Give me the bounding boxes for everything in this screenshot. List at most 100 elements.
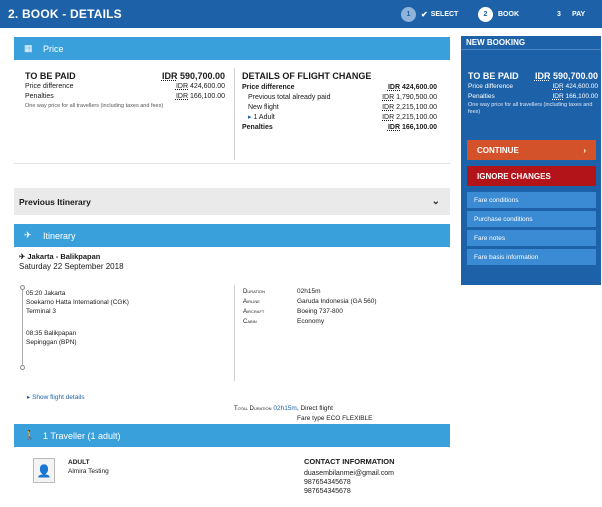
- continue-label: CONTINUE: [477, 145, 519, 155]
- fare-type: Fare type ECO FLEXIBLE: [297, 415, 373, 422]
- previous-itinerary-title: Previous Itinerary: [19, 196, 91, 207]
- timeline: [22, 287, 23, 367]
- details-title: DETAILS OF FLIGHT CHANGE: [242, 71, 372, 81]
- price-note: One way price for all travellers (includ…: [468, 102, 593, 115]
- penalties-value: 166,100.00: [565, 93, 598, 100]
- traveller-type: ADULT: [68, 459, 90, 466]
- step-label: PAY: [572, 10, 586, 18]
- divider: [234, 285, 235, 381]
- currency: IDR: [387, 84, 400, 91]
- flight-change-details: DETAILS OF FLIGHT CHANGE Price differenc…: [242, 70, 437, 133]
- arrival-info: 08:35 Balikpapan Sepinggan (BPN): [26, 329, 77, 347]
- show-details-label[interactable]: Show flight details: [32, 394, 84, 401]
- previous-itinerary-toggle[interactable]: Previous Itinerary ⌄: [14, 188, 450, 215]
- details-penalties-label: Penalties: [242, 124, 273, 131]
- adult-value: 2,215,100.00: [396, 114, 437, 121]
- penalties-label: Penalties: [468, 93, 495, 100]
- price-difference-label: Price difference: [468, 83, 514, 90]
- itinerary-body: ✈ Jakarta - Balikpapan Saturday 22 Septe…: [14, 247, 450, 422]
- departure-info: 05:20 Jakarta Soekarno Hatta Internation…: [26, 289, 129, 316]
- to-be-paid-summary: TO BE PAID IDR 590,700.00 Price differen…: [25, 70, 225, 111]
- flight-date: Saturday 22 September 2018: [19, 262, 124, 271]
- currency: IDR: [175, 83, 188, 90]
- avatar-icon: 👤: [33, 458, 55, 483]
- departure-airport: Soekarno Hatta International (CGK): [26, 299, 129, 306]
- ignore-label: IGNORE CHANGES: [477, 171, 551, 181]
- currency: IDR: [552, 93, 564, 100]
- airline-value: Garuda Indonesia (GA 560): [297, 298, 377, 305]
- expand-icon[interactable]: ▸: [248, 114, 252, 121]
- aircraft-value: Boeing 737-800: [297, 308, 343, 315]
- purchase-conditions-link[interactable]: Purchase conditions: [467, 211, 596, 227]
- check-icon: ✔: [421, 9, 428, 19]
- step-label: BOOK: [498, 10, 519, 18]
- price-icon: ▦: [24, 43, 33, 53]
- main-content: ▦ Price TO BE PAID IDR 590,700.00 Price …: [14, 37, 450, 495]
- fare-conditions-link[interactable]: Fare conditions: [467, 192, 596, 208]
- airline-label: Airline: [243, 299, 260, 305]
- step-number: 2: [478, 6, 493, 22]
- section-title: Itinerary: [43, 230, 76, 241]
- details-price-difference-label: Price difference: [242, 84, 295, 91]
- itinerary-section: ✈ Itinerary ✈ Jakarta - Balikpapan Satur…: [14, 224, 450, 422]
- section-title: Price: [43, 43, 64, 54]
- adult-label[interactable]: 1 Adult: [253, 114, 274, 121]
- contact-title: CONTACT INFORMATION: [304, 457, 395, 466]
- divider: [234, 68, 235, 160]
- fare-notes-link[interactable]: Fare notes: [467, 230, 596, 246]
- chevron-down-icon[interactable]: ⌄: [432, 196, 440, 207]
- flight-details: Duration 02h15m Airline Garuda Indonesia (…: [243, 287, 377, 327]
- fare-basis-link[interactable]: Fare basis information: [467, 249, 596, 265]
- currency: IDR: [161, 71, 178, 81]
- price-difference-value: 424,600.00: [189, 83, 225, 90]
- total-duration-label: Total Duration: [234, 406, 272, 412]
- direct-flight: , Direct flight: [296, 405, 333, 412]
- to-be-paid-label: TO BE PAID: [468, 71, 519, 81]
- timeline-dot: [20, 365, 25, 370]
- currency: IDR: [534, 71, 551, 81]
- previous-total-value: 1,790,500.00: [396, 94, 437, 101]
- new-booking-panel: NEW BOOKING TO BE PAID IDR 590,700.00 Pr…: [461, 36, 601, 285]
- details-price-difference-value: 424,600.00: [401, 84, 437, 91]
- price-difference-label: Price difference: [25, 83, 74, 90]
- to-be-paid-label: TO BE PAID: [25, 71, 76, 81]
- panel-title: NEW BOOKING: [466, 38, 526, 47]
- itinerary-section-header: ✈ Itinerary: [14, 224, 450, 247]
- previous-total-label: Previous total already paid: [248, 94, 331, 101]
- contact-phone: 987654345678: [304, 488, 351, 495]
- to-be-paid-value: 590,700.00: [552, 71, 598, 81]
- price-note: One way price for all travellers (includ…: [25, 103, 164, 109]
- arrival-time: 08:35: [26, 330, 43, 337]
- step-select[interactable]: 1 ✔ SELECT: [401, 5, 458, 23]
- duration-label: Duration: [243, 289, 266, 295]
- arrival-airport: Sepinggan (BPN): [26, 339, 77, 346]
- route-label: Jakarta - Balikpapan: [27, 252, 101, 261]
- price-section-header: ▦ Price: [14, 37, 450, 60]
- aircraft-label: Aircraft: [243, 309, 265, 315]
- price-section: TO BE PAID IDR 590,700.00 Price differen…: [14, 60, 450, 164]
- departure-time: 05:20: [26, 290, 43, 297]
- step-number: 1: [401, 6, 416, 22]
- plane-icon: ✈: [24, 230, 32, 240]
- traveller-body: 👤 ADULT Almira Testing CONTACT INFORMATI…: [14, 447, 450, 507]
- ignore-changes-button[interactable]: IGNORE CHANGES: [467, 166, 596, 186]
- arrival-city: Balikpapan: [44, 330, 77, 337]
- currency: IDR: [175, 93, 188, 100]
- cabin-label: Cabin: [243, 319, 257, 325]
- show-flight-details-link[interactable]: ▸ Show flight details: [27, 393, 84, 401]
- timeline-dot: [20, 285, 25, 290]
- step-pay: 3 PAY: [555, 5, 585, 23]
- section-title: 1 Traveller (1 adult): [43, 430, 121, 441]
- penalties-label: Penalties: [25, 93, 54, 100]
- continue-button[interactable]: CONTINUE ›: [467, 140, 596, 160]
- duration-value: 02h15m: [297, 288, 321, 295]
- traveller-icon: 🚶: [24, 430, 36, 440]
- step-book: 2 BOOK: [478, 5, 519, 23]
- total-duration: Total Duration 02h15m, Direct flight Far…: [234, 404, 373, 423]
- contact-email: duasembilanmei@gmail.com: [304, 470, 394, 477]
- step-label: SELECT: [430, 10, 459, 18]
- page-title: 2. BOOK - DETAILS: [8, 7, 122, 21]
- plane-icon: ✈: [19, 252, 26, 261]
- divider: [461, 49, 601, 50]
- step-number: 3: [557, 10, 561, 18]
